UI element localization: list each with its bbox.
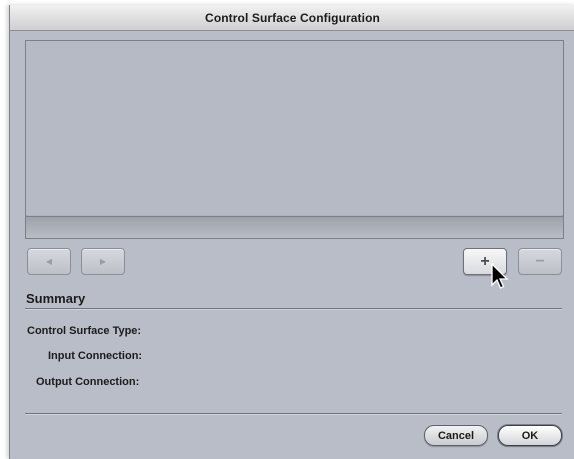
mouse-pointer-icon: [491, 263, 509, 289]
previous-button[interactable]: ◀: [27, 248, 71, 275]
output-connection-label: Output Connection:: [36, 376, 140, 388]
summary-divider: [25, 308, 562, 309]
title-bar[interactable]: Control Surface Configuration: [10, 5, 574, 31]
cancel-button[interactable]: Cancel: [424, 425, 488, 446]
plus-icon: +: [480, 252, 490, 270]
minus-icon: −: [535, 252, 545, 270]
input-connection-label: Input Connection:: [48, 350, 143, 362]
window-title: Control Surface Configuration: [205, 10, 380, 25]
list-content-area[interactable]: [26, 41, 563, 215]
control-surface-list[interactable]: [25, 40, 564, 239]
control-surface-type-label: Control Surface Type:: [27, 325, 142, 337]
left-triangle-icon: ◀: [45, 257, 53, 266]
footer-divider: [25, 413, 562, 414]
list-scroll-strip[interactable]: [26, 216, 563, 238]
ok-button[interactable]: OK: [498, 425, 562, 446]
dialog-window: Control Surface Configuration ◀ ▶ + − Su…: [9, 5, 574, 459]
right-triangle-icon: ▶: [99, 257, 107, 266]
summary-heading: Summary: [26, 291, 86, 306]
remove-button[interactable]: −: [518, 248, 562, 275]
next-button[interactable]: ▶: [81, 248, 125, 275]
